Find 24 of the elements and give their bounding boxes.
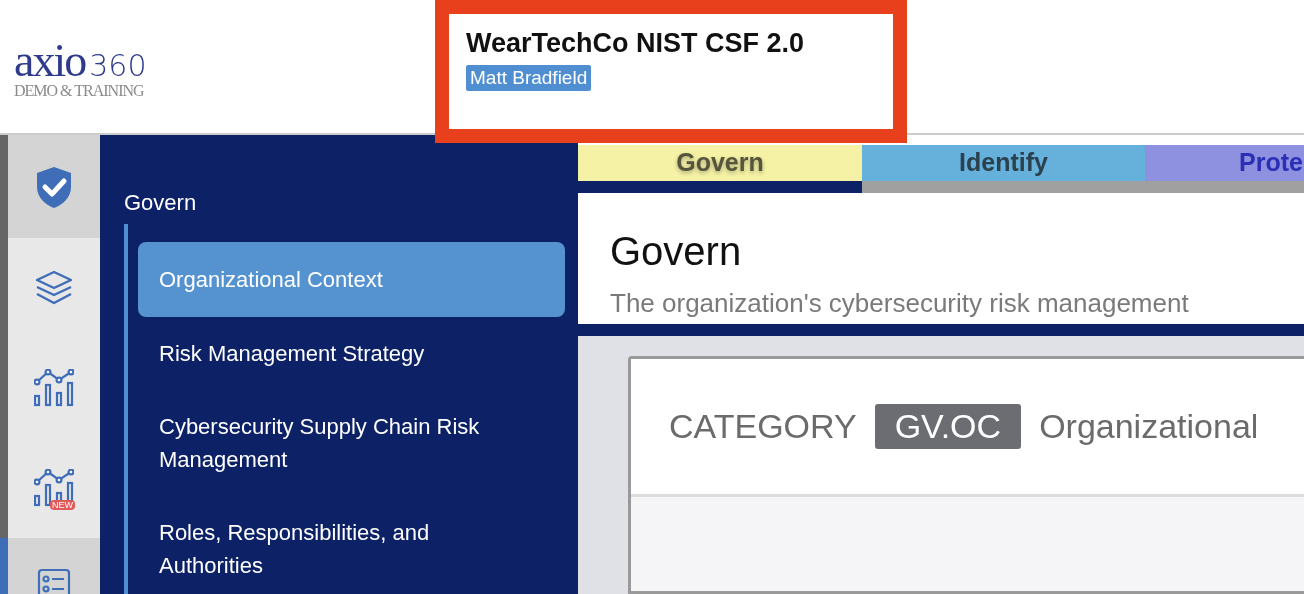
nav-heading: Govern [124, 190, 197, 216]
checklist-icon [37, 568, 71, 594]
nav-item[interactable]: Cybersecurity Supply Chain Risk Management [138, 390, 565, 496]
logo-number: 360 [89, 51, 147, 81]
tab[interactable]: Identify [862, 145, 1145, 193]
tab[interactable]: Govern [578, 145, 862, 193]
chart-icon [34, 369, 74, 407]
rail-item[interactable]: NEW [8, 438, 100, 538]
shield-check-icon [34, 164, 74, 209]
nav-item[interactable]: Roles, Responsibilities, and Authorities [138, 496, 565, 594]
user-name-tag: Matt Bradfield [466, 65, 592, 91]
logo-subtitle: DEMO & TRAINING [14, 82, 144, 100]
category-code: GV.OC [874, 404, 1022, 450]
new-badge: NEW [50, 500, 75, 510]
category-label: CATEGORY [669, 407, 857, 447]
section-description: The organization's cybersecurity risk management [610, 287, 1189, 319]
nav-item[interactable]: Risk Management Strategy [138, 317, 565, 390]
logo-text: axio [14, 38, 86, 84]
chart-icon [34, 469, 74, 507]
layers-icon [35, 270, 73, 306]
assessment-title: WearTechCo NIST CSF 2.0 [466, 28, 805, 59]
category-name: Organizational [1039, 407, 1259, 447]
section-title: Govern [610, 228, 742, 274]
tab[interactable]: Prote [1145, 145, 1304, 193]
